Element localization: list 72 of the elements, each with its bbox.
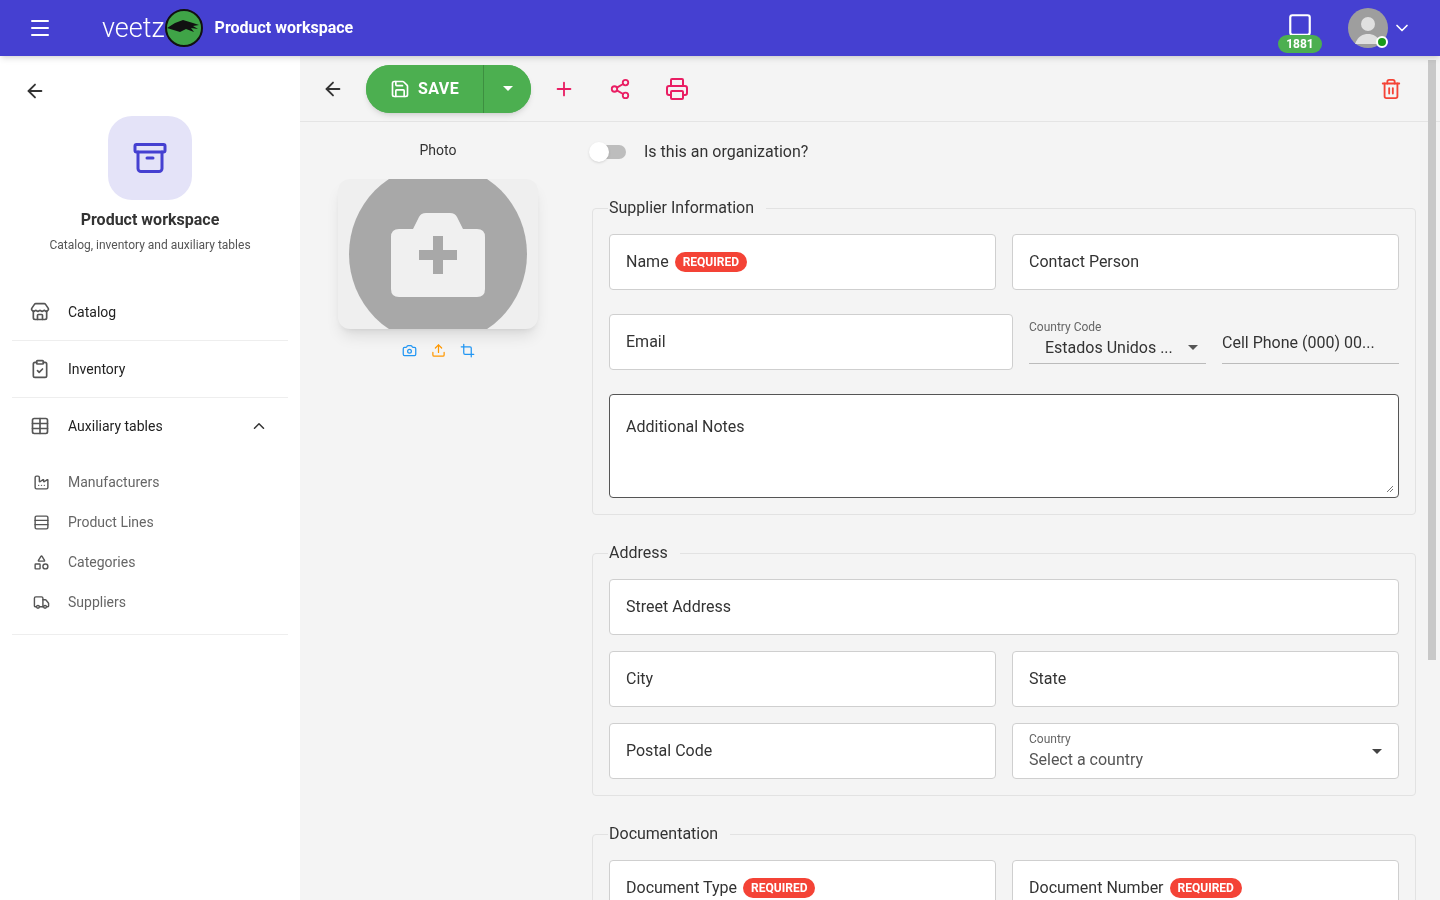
caret-icon — [1188, 345, 1198, 350]
field-value: Estados Unidos ... — [1045, 336, 1173, 359]
crop-icon[interactable] — [459, 343, 475, 358]
field-label: Name — [626, 251, 669, 273]
printer-icon[interactable] — [665, 76, 690, 101]
organization-toggle[interactable] — [592, 145, 626, 159]
photo-placeholder[interactable] — [338, 179, 538, 329]
sidebar-subtitle: Catalog, inventory and auxiliary tables — [48, 237, 252, 254]
text-field[interactable]: Document Number REQUIRED — [1012, 860, 1399, 900]
required-badge: REQUIRED — [743, 878, 816, 898]
save-options-button[interactable] — [483, 64, 532, 113]
text-field[interactable]: Document Type REQUIRED — [609, 860, 996, 900]
list-icon — [33, 513, 50, 531]
logo-icon — [164, 9, 203, 47]
notes-textarea[interactable]: Additional Notes — [609, 394, 1399, 498]
field-label: Street Address — [626, 596, 731, 618]
sidebar-item[interactable]: Catalog — [12, 284, 288, 340]
text-field[interactable]: State — [1012, 651, 1399, 707]
caret-icon — [1372, 748, 1382, 754]
text-field[interactable]: Name REQUIRED — [609, 234, 996, 290]
factory-icon — [33, 473, 50, 491]
text-field[interactable]: City — [609, 651, 996, 707]
field-label: Email — [626, 331, 666, 353]
sidebar-item[interactable]: Auxiliary tables — [12, 398, 288, 454]
text-field[interactable]: Email — [609, 314, 1013, 370]
field-placeholder: Select a country — [1029, 749, 1144, 771]
field-label: Country Code — [1029, 318, 1103, 336]
section-title: Supplier Information — [608, 197, 756, 219]
logo-text: veetz — [102, 14, 165, 42]
shapes-icon — [33, 553, 50, 571]
delete-icon[interactable] — [1380, 77, 1402, 100]
field-label: Contact Person — [1029, 251, 1139, 273]
notification-badge: 1881 — [1278, 35, 1322, 53]
field-label: City — [626, 668, 654, 690]
country-select[interactable]: Country Select a country — [1012, 723, 1399, 779]
resize-handle-icon[interactable] — [1386, 485, 1394, 493]
photo-label: Photo — [419, 141, 457, 160]
phone-field[interactable]: Cell Phone (000) 00... — [1222, 314, 1399, 364]
scrollbar[interactable] — [1428, 60, 1436, 660]
app-title: Product workspace — [214, 17, 354, 39]
field-label: State — [1029, 668, 1067, 690]
avatar[interactable] — [1348, 8, 1388, 48]
sidebar-item[interactable]: Inventory — [12, 341, 288, 397]
archive-icon — [132, 140, 168, 176]
truck-icon — [33, 593, 50, 611]
save-icon — [390, 78, 410, 99]
text-field[interactable]: Contact Person — [1012, 234, 1399, 290]
sidebar-subitem[interactable]: Manufacturers — [12, 462, 288, 502]
field-label: Document Number — [1029, 877, 1164, 899]
toggle-label: Is this an organization? — [644, 141, 809, 163]
camera-icon[interactable] — [401, 343, 417, 358]
field-label: Additional Notes — [626, 417, 745, 436]
field-label: Country — [1029, 731, 1072, 748]
text-field[interactable]: Postal Code — [609, 723, 996, 779]
clipboard-check-icon — [30, 359, 50, 379]
field-placeholder: Cell Phone (000) 00... — [1222, 332, 1375, 354]
table-icon — [30, 416, 50, 436]
field-label: Document Type — [626, 877, 738, 899]
caret-icon — [502, 86, 513, 91]
field-label: Postal Code — [626, 740, 713, 762]
required-badge: REQUIRED — [1169, 878, 1242, 898]
sidebar-title: Product workspace — [79, 209, 221, 231]
share-icon[interactable] — [609, 77, 632, 100]
required-badge: REQUIRED — [674, 252, 747, 272]
sidebar-subitem[interactable]: Product Lines — [12, 502, 288, 542]
sidebar-subitem[interactable]: Categories — [12, 542, 288, 582]
country-code-select[interactable]: Country Code Estados Unidos ... — [1029, 314, 1206, 364]
section-title: Documentation — [608, 823, 720, 845]
text-field[interactable]: Street Address — [609, 579, 1399, 635]
sidebar-subitem[interactable]: Suppliers — [12, 582, 288, 622]
store-icon — [30, 302, 50, 322]
section-title: Address — [608, 542, 669, 564]
